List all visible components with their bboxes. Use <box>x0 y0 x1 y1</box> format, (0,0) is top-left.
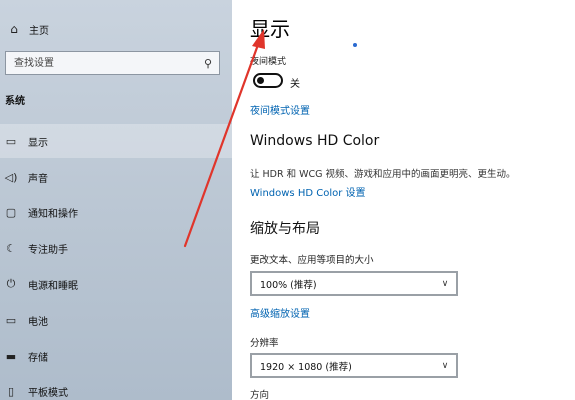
scale-dropdown[interactable]: 100% (推荐) ∨ <box>250 271 458 296</box>
home-label: 主页 <box>29 25 49 37</box>
sidebar-item-label: 声音 <box>28 173 48 185</box>
resolution-label: 分辨率 <box>250 338 279 349</box>
sidebar-item-storage[interactable]: ▬ 存储 <box>0 339 232 373</box>
resolution-dropdown[interactable]: 1920 × 1080 (推荐) ∨ <box>250 353 458 378</box>
scale-dropdown-value: 100% (推荐) <box>260 279 317 291</box>
sidebar-item-display[interactable]: ▭ 显示 <box>0 124 232 158</box>
sidebar-item-tablet-mode[interactable]: ▯ 平板模式 <box>0 374 232 400</box>
indicator-dot <box>353 43 357 47</box>
sidebar-item-label: 存储 <box>28 352 48 364</box>
night-light-toggle[interactable] <box>253 73 283 88</box>
battery-icon: ▭ <box>5 313 17 327</box>
hd-color-title: Windows HD Color <box>250 133 380 149</box>
chevron-down-icon: ∨ <box>441 278 449 289</box>
sidebar-item-sound[interactable]: ◁) 声音 <box>0 160 232 194</box>
toggle-knob <box>257 77 264 84</box>
hd-color-settings-link[interactable]: Windows HD Color 设置 <box>250 184 366 199</box>
hd-color-description: 让 HDR 和 WCG 视频、游戏和应用中的画面更明亮、更生动。 <box>250 169 516 180</box>
search-box: ⚲ <box>5 51 220 75</box>
home-nav-item[interactable]: ⌂ 主页 <box>0 18 232 40</box>
home-icon: ⌂ <box>10 22 18 36</box>
moon-icon: ☾ <box>6 241 16 255</box>
settings-sidebar: ⌂ 主页 ⚲ 系统 ▭ 显示 ◁) 声音 ▢ 通知和操作 ☾ 专注助手 ⏻ 电源… <box>0 0 232 400</box>
notification-icon: ▢ <box>5 205 17 219</box>
resolution-dropdown-value: 1920 × 1080 (推荐) <box>260 361 352 373</box>
speaker-icon: ◁) <box>4 170 18 184</box>
power-icon: ⏻ <box>6 277 16 290</box>
section-heading: 系统 <box>5 96 25 107</box>
storage-icon: ▬ <box>5 349 17 363</box>
monitor-icon: ▭ <box>5 134 17 148</box>
night-light-settings-link[interactable]: 夜间模式设置 <box>250 102 310 117</box>
sidebar-item-label: 平板模式 <box>28 387 68 399</box>
sidebar-item-label: 专注助手 <box>28 244 68 256</box>
sidebar-item-battery[interactable]: ▭ 电池 <box>0 303 232 337</box>
sidebar-item-focus-assist[interactable]: ☾ 专注助手 <box>0 231 232 265</box>
tablet-icon: ▯ <box>7 384 15 398</box>
scale-layout-title: 缩放与布局 <box>250 221 320 237</box>
orientation-label: 方向 <box>250 390 270 400</box>
sidebar-item-label: 显示 <box>28 137 48 149</box>
search-icon[interactable]: ⚲ <box>197 57 219 70</box>
advanced-scaling-link[interactable]: 高级缩放设置 <box>250 305 310 320</box>
sidebar-item-power-sleep[interactable]: ⏻ 电源和睡眠 <box>0 267 232 301</box>
night-light-label: 夜间模式 <box>250 57 287 67</box>
sidebar-item-label: 电源和睡眠 <box>28 280 78 292</box>
sidebar-item-label: 电池 <box>28 316 48 328</box>
chevron-down-icon: ∨ <box>441 360 449 371</box>
display-settings-panel: 显示 夜间模式 关 夜间模式设置 Windows HD Color 让 HDR … <box>232 0 575 400</box>
settings-search-input[interactable] <box>6 53 197 73</box>
page-title: 显示 <box>250 17 290 41</box>
text-size-label: 更改文本、应用等项目的大小 <box>250 255 374 266</box>
sidebar-item-notifications[interactable]: ▢ 通知和操作 <box>0 195 232 229</box>
night-light-state: 关 <box>290 79 300 90</box>
sidebar-item-label: 通知和操作 <box>28 208 78 220</box>
